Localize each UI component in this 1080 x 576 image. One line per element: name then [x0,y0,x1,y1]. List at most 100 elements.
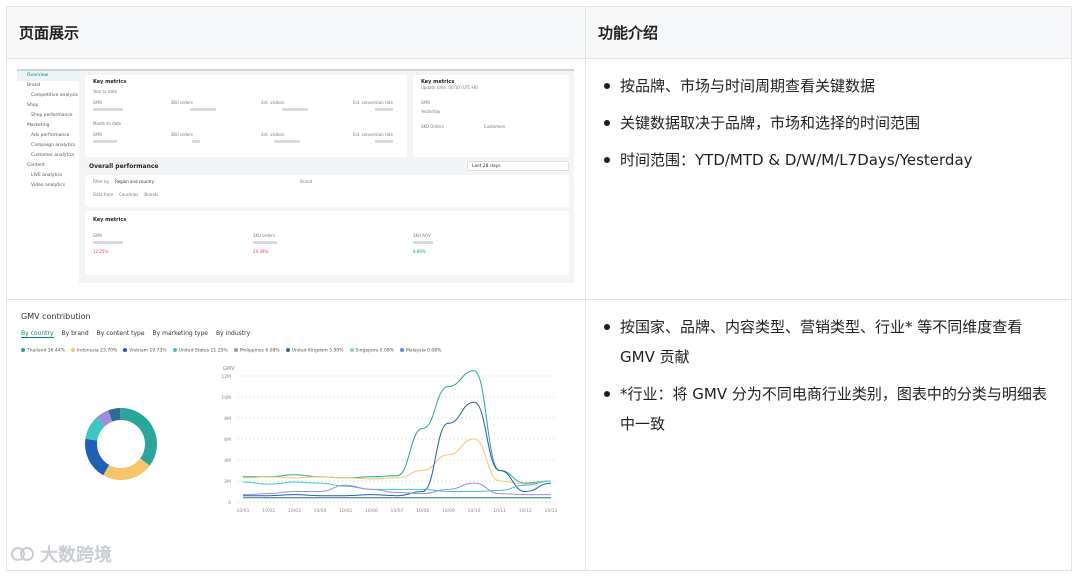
donut-slice-3 [85,417,106,441]
y-axis-label: GMV [223,366,235,372]
sidebar-item-video: Video analytics [31,183,66,188]
row1-feature-cell: 按品牌、市场与时间周期查看关键数据 关键数据取决于品牌，市场和选择的时间范围 时… [585,58,1072,300]
right-label-sku: SKU Orders [421,124,444,129]
sidebar-item-shop-performance: Shop performance [31,113,73,118]
y-tick-label: 0 [228,500,231,506]
gmv-donut-chart [85,408,157,480]
legend-item-4[interactable]: Philippines 6.08% [233,348,280,354]
series-line-4 [242,482,551,496]
right-label-yesterday: Yesterday [421,109,441,114]
tab-by-marketing-type[interactable]: By marketing type [153,330,208,338]
legend-item-0[interactable]: Thailand 36.44% [21,348,65,354]
right-label-customers: Customers [483,124,506,129]
km2-change-gmv: 12.25% [93,249,109,254]
sidebar-item-competitive: Competitive analysis [31,93,79,98]
legend-item-7[interactable]: Malaysia 0.08% [399,348,441,354]
donut-slice-4 [96,410,113,427]
tab-by-industry[interactable]: By industry [216,330,250,338]
row1-bullet-3: 时间范围：YTD/MTD & D/W/M/L7Days/Yesterday [598,145,1057,175]
y-tick-label: 2M [224,479,231,485]
series-line-1 [242,438,552,485]
legend-item-5[interactable]: United Kingdom 5.90% [285,348,344,354]
key-metrics-title: Key metrics [93,79,127,85]
legend-item-2[interactable]: Vietnam 19.73% [123,348,167,354]
row1-screenshot-cell: Overview Brand Competitive analysis Shop… [6,58,586,300]
legend-item-1[interactable]: Indonesia 23.70% [70,348,117,354]
gmv-contribution-title: GMV contribution [21,312,91,321]
date-range-select[interactable]: Last 28 days [467,161,569,171]
sidebar-item-content: Content [27,163,45,168]
gmv-tabs: By country By brand By content type By m… [21,330,250,338]
x-tick-label: 10/07 [391,508,404,514]
row2-bullet-list: 按国家、品牌、内容类型、营销类型、行业* 等不同维度查看 GMV 贡献 *行业：… [586,300,1071,439]
y-tick-label: 6M [224,437,231,443]
watermark-text: 大数跨境 [40,545,112,566]
legend-dot [123,348,128,352]
y-tick-label: 8M [224,416,231,422]
y-tick-label: 10M [221,395,231,401]
row2-bullet-2: *行业：将 GMV 分为不同电商行业类别，图表中的分类与明细表中一致 [598,379,1057,439]
row2-bullet-1: 按国家、品牌、内容类型、营销类型、行业* 等不同维度查看 GMV 贡献 [598,312,1057,372]
donut-slice-0 [120,408,157,466]
legend-item-3[interactable]: United States 11.25% [172,348,228,354]
legend-dot [172,348,177,352]
tab-by-content-type[interactable]: By content type [97,330,145,338]
series-line-3 [242,480,552,492]
data-from-brands[interactable]: Brands [144,192,158,197]
sidebar-item-customer: Customer analytics [31,153,75,158]
legend-item-6[interactable]: Singapore 0.08% [349,348,394,354]
data-from-label: Data from [93,192,114,197]
legend-dot [285,348,290,352]
watermark-logo: 大数跨境 [10,541,112,567]
dashboard-sidebar: Overview Brand Competitive analysis Shop… [17,71,79,283]
series-line-0 [242,370,552,484]
km2-label-sku: SKU orders [253,233,276,238]
metric-label-gmv: GMV [93,100,103,105]
y-tick-label: 12M [221,374,231,380]
header-page-display: 页面展示 [6,6,586,59]
gmv-contribution-screenshot: GMV contribution By country By brand By … [7,300,585,570]
right-label-gmv: GMV [421,100,431,105]
brand-filter[interactable]: Brand [300,179,312,184]
brand-logo-icon [11,547,34,561]
gmv-line-chart: GMV 12M 10M 8M 6M 4M 2M 0 10/01 10/02 10/03 10/04 10… [221,366,558,514]
header-feature-intro: 功能介绍 [585,6,1072,59]
data-from-countries[interactable]: Countries [119,192,138,197]
overall-performance-title: Overall performance [89,163,159,170]
x-tick-label: 10/12 [519,508,532,514]
km2-change-sku: 24.39% [253,249,269,254]
metric-label-visitors-2: Est. visitors [261,132,285,137]
x-tick-label: 10/01 [237,508,250,514]
metric-label-visitors: Est. visitors [261,100,285,105]
x-tick-label: 10/05 [339,508,352,514]
row1-bullet-1: 按品牌、市场与时间周期查看关键数据 [598,71,1057,101]
tab-by-country[interactable]: By country [21,330,54,338]
x-tick-label: 10/04 [314,508,327,514]
filter-label: Filter by [93,179,110,184]
ytd-label: Year to date [93,89,118,94]
km2-change-aov: 8.89% [413,249,426,254]
legend-dot [21,348,25,352]
donut-slice-5 [108,408,122,422]
legend-dot [349,348,354,352]
y-tick-label: 4M [224,458,231,464]
row2-feature-cell: 按国家、品牌、内容类型、营销类型、行业* 等不同维度查看 GMV 贡献 *行业：… [585,299,1072,571]
key-metrics-panel: Key metrics Year to date GMV SKU orders … [85,75,407,157]
mtd-label: Month to date [93,121,122,126]
sidebar-item-brand: Brand [27,83,41,88]
sidebar-item-shop: Shop [27,103,39,108]
dashboard-mock: Overview Brand Competitive analysis Shop… [17,69,574,283]
key-metrics-2-title: Key metrics [93,217,127,223]
x-tick-label: 10/03 [288,508,301,514]
sidebar-item-marketing: Marketing [27,123,50,128]
x-tick-label: 10/13 [545,508,558,514]
row2-screenshot-cell: GMV contribution By country By brand By … [6,299,586,571]
filter-value[interactable]: Region and country [115,179,154,184]
metric-label-sku: SKU orders [170,100,193,105]
update-time: Update time: 00:10 (UTC+8) [421,85,479,90]
metric-label-conversion-2: Est. conversion rate [353,132,393,137]
right-metrics-panel: Key metrics Update time: 00:10 (UTC+8) G… [413,75,569,157]
key-metrics-2-panel: Key metrics GMV 12.25% SKU orders 24.39% [85,211,569,275]
tab-by-brand[interactable]: By brand [62,330,89,338]
x-tick-label: 10/10 [468,508,481,514]
